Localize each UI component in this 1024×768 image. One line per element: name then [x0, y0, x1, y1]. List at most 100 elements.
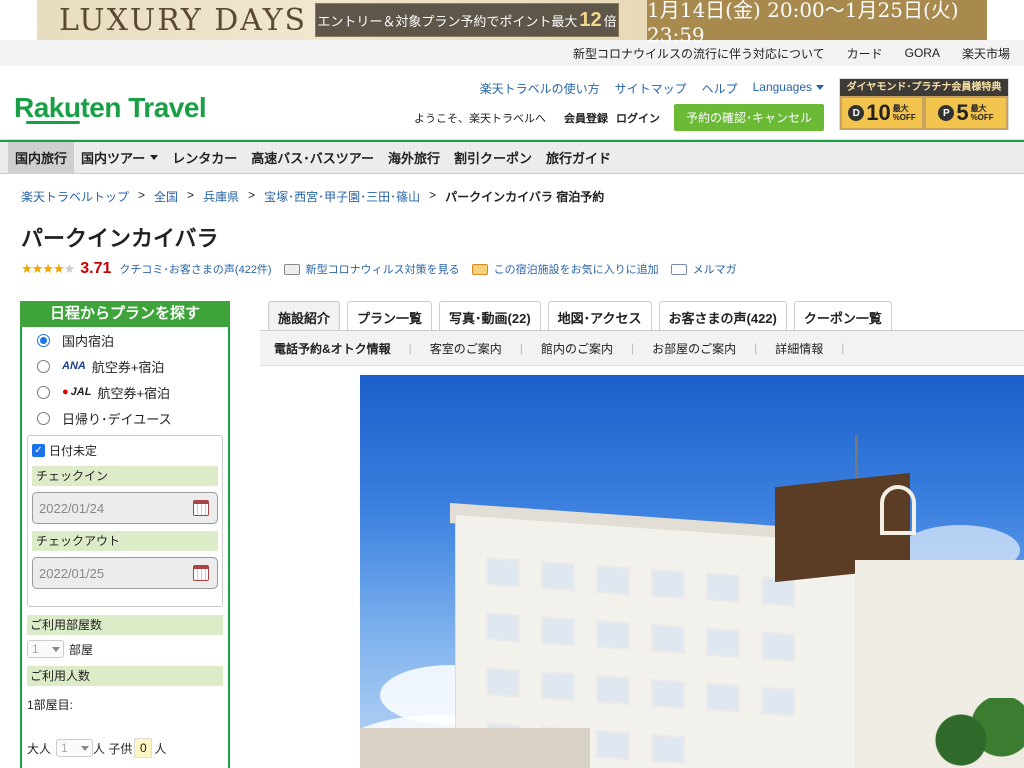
tab-photos[interactable]: 写真･動画(22) — [439, 301, 541, 332]
subnav-room-info[interactable]: お部屋のご案内 — [652, 340, 736, 357]
option-label: 日帰り･デイユース — [62, 411, 172, 427]
undecided-checkbox[interactable]: ✓ — [32, 443, 45, 457]
rakuten-travel-logo[interactable]: Rakuten Travel — [14, 92, 207, 124]
tab-coupons[interactable]: クーポン一覧 — [793, 301, 892, 332]
tab-plans[interactable]: プラン一覧 — [347, 301, 433, 332]
window — [596, 564, 630, 596]
header-link-help[interactable]: ヘルプ — [702, 80, 738, 97]
tab-reviews[interactable]: お客さまの声(422) — [658, 301, 787, 332]
breadcrumb-top[interactable]: 楽天トラベルトップ — [21, 188, 129, 205]
breadcrumb: 楽天トラベルトップ > 全国 > 兵庫県 > 宝塚･西宮･甲子園･三田･篠山 >… — [21, 188, 604, 205]
window — [651, 623, 685, 655]
hotel-hero-photo[interactable] — [360, 375, 1024, 768]
subnav-divider: | — [841, 341, 845, 355]
adult-select[interactable]: 1 — [56, 739, 94, 757]
tab-map[interactable]: 地図･アクセス — [547, 301, 652, 332]
calendar-icon[interactable] — [193, 500, 209, 516]
subnav-details[interactable]: 詳細情報 — [775, 340, 823, 357]
radio-jal[interactable] — [37, 385, 50, 399]
header-link-languages[interactable]: Languages — [753, 80, 824, 97]
site-header: Rakuten Travel 楽天トラベルの使い方 サイトマップ ヘルプ Lan… — [0, 66, 1024, 140]
nav-domestic-tour[interactable]: 国内ツアー — [74, 142, 165, 174]
nav-overseas[interactable]: 海外旅行 — [381, 142, 447, 174]
logo-swoosh-icon — [26, 121, 80, 124]
topbar-link-covid[interactable]: 新型コロナウイルスの流行に伴う対応について — [573, 45, 825, 62]
option-jal[interactable]: JAL 航空券+宿泊 — [22, 379, 228, 405]
banner-period: 1月14日(金) 20:00～1月25日(火) 23:59 — [647, 0, 987, 47]
star-rating-icon: ★★★★★ — [21, 261, 75, 277]
undecided-label: 日付未定 — [49, 443, 98, 458]
welcome-text: ようこそ、楽天トラベルへ — [413, 112, 546, 125]
window — [651, 678, 685, 710]
option-label: 国内宿泊 — [62, 333, 115, 349]
checkout-label: チェックアウト — [32, 531, 218, 551]
nav-guide[interactable]: 旅行ガイド — [539, 142, 618, 174]
nav-bus[interactable]: 高速バス･バスツアー — [244, 142, 381, 174]
nav-domestic[interactable]: 国内旅行 — [8, 141, 75, 174]
date-box: ✓ 日付未定 チェックイン 2022/01/24 チェックアウト 2022/01… — [27, 435, 223, 607]
header-link-howto[interactable]: 楽天トラベルの使い方 — [480, 80, 600, 97]
nav-coupon[interactable]: 割引クーポン — [447, 142, 539, 174]
breadcrumb-prefecture[interactable]: 兵庫県 — [203, 188, 239, 205]
favorite-link-wrap: この宿泊施設をお気に入りに追加 — [471, 261, 659, 277]
radio-dayuse[interactable] — [37, 411, 50, 425]
luxury-days-banner[interactable]: LUXURY DAYS エントリー＆対象プラン予約でポイント最大 12 倍 1月… — [37, 0, 987, 47]
checkout-input[interactable]: 2022/01/25 — [32, 557, 218, 589]
platinum-badge-icon: P — [938, 105, 955, 121]
reviews-link[interactable]: クチコミ･お客さまの声(422件) — [119, 261, 271, 277]
radio-ana[interactable] — [37, 359, 50, 373]
rooms-select[interactable]: 1 — [27, 640, 64, 658]
rating-score: 3.71 — [80, 260, 112, 277]
window — [541, 671, 575, 702]
option-ana[interactable]: ANA 航空券+宿泊 — [22, 353, 228, 379]
radio-domestic[interactable] — [37, 333, 50, 347]
window — [486, 557, 520, 588]
register-link[interactable]: 会員登録 — [564, 110, 608, 126]
undecided-checkbox-row[interactable]: ✓ 日付未定 — [32, 441, 218, 459]
option-label: 航空券+宿泊 — [97, 385, 171, 401]
mail-magazine-link[interactable]: メルマガ — [693, 261, 737, 277]
checkin-input[interactable]: 2022/01/24 — [32, 492, 218, 524]
topbar-link-gora[interactable]: GORA — [905, 46, 940, 60]
subnav-rooms[interactable]: 客室のご案内 — [430, 340, 502, 357]
window — [486, 667, 520, 698]
tab-overview[interactable]: 施設紹介 — [268, 301, 341, 332]
window — [541, 561, 575, 592]
promo-title: ダイヤモンド･プラチナ会員様特典 — [840, 79, 1008, 96]
promo-unit-bottom: %OFF — [970, 113, 994, 122]
trees — [934, 698, 1024, 768]
subnav-divider: | — [408, 341, 412, 355]
global-nav: 国内旅行 国内ツアー レンタカー 高速バス･バスツアー 海外旅行 割引クーポン … — [0, 140, 1024, 174]
promo-platinum-unit: 最大 %OFF — [971, 104, 994, 122]
topbar-link-ichiba[interactable]: 楽天市場 — [962, 45, 1010, 62]
promo-platinum: P 5 最大 %OFF — [926, 98, 1006, 128]
breadcrumb-separator: > — [248, 188, 256, 202]
member-promo-banner[interactable]: ダイヤモンド･プラチナ会員様特典 D 10 最大 %OFF P 5 最大 %OFF — [839, 78, 1009, 130]
subnav-phone-deals[interactable]: 電話予約&オトク情報 — [274, 340, 391, 357]
add-favorite-link[interactable]: この宿泊施設をお気に入りに追加 — [494, 261, 659, 277]
topbar-link-card[interactable]: カード — [847, 45, 883, 62]
rooms-unit: 部屋 — [69, 642, 94, 657]
hotel-tabs: 施設紹介 プラン一覧 写真･動画(22) 地図･アクセス お客さまの声(422)… — [268, 301, 899, 332]
subnav-divider: | — [519, 341, 523, 355]
people-row: 大人 1 人 子供 0 人 — [22, 738, 228, 758]
breadcrumb-area[interactable]: 宝塚･西宮･甲子園･三田･篠山 — [264, 188, 420, 205]
subnav-facilities[interactable]: 館内のご案内 — [541, 340, 613, 357]
covid-measures-link[interactable]: 新型コロナウィルス対策を見る — [306, 261, 460, 277]
child-input[interactable]: 0 — [134, 738, 153, 758]
subnav-divider: | — [630, 341, 635, 355]
option-dayuse[interactable]: 日帰り･デイユース — [22, 405, 228, 431]
promo-diamond-unit: 最大 %OFF — [893, 104, 916, 122]
banner-middle-text: エントリー＆対象プラン予約でポイント最大 — [317, 13, 578, 29]
rating-row: ★★★★★ 3.71 クチコミ･お客さまの声(422件) 新型コロナウィルス対策… — [21, 260, 737, 278]
banner-title: LUXURY DAYS — [59, 2, 308, 38]
login-link[interactable]: ログイン — [616, 110, 660, 126]
calendar-icon[interactable] — [193, 565, 209, 581]
option-domestic[interactable]: 国内宿泊 — [22, 327, 228, 353]
nav-rentacar[interactable]: レンタカー — [165, 142, 244, 174]
chevron-down-icon — [150, 155, 159, 160]
breadcrumb-national[interactable]: 全国 — [154, 188, 178, 205]
chevron-down-icon — [81, 745, 90, 751]
header-link-sitemap[interactable]: サイトマップ — [615, 80, 687, 97]
reservation-check-button[interactable]: 予約の確認･キャンセル — [673, 104, 824, 131]
